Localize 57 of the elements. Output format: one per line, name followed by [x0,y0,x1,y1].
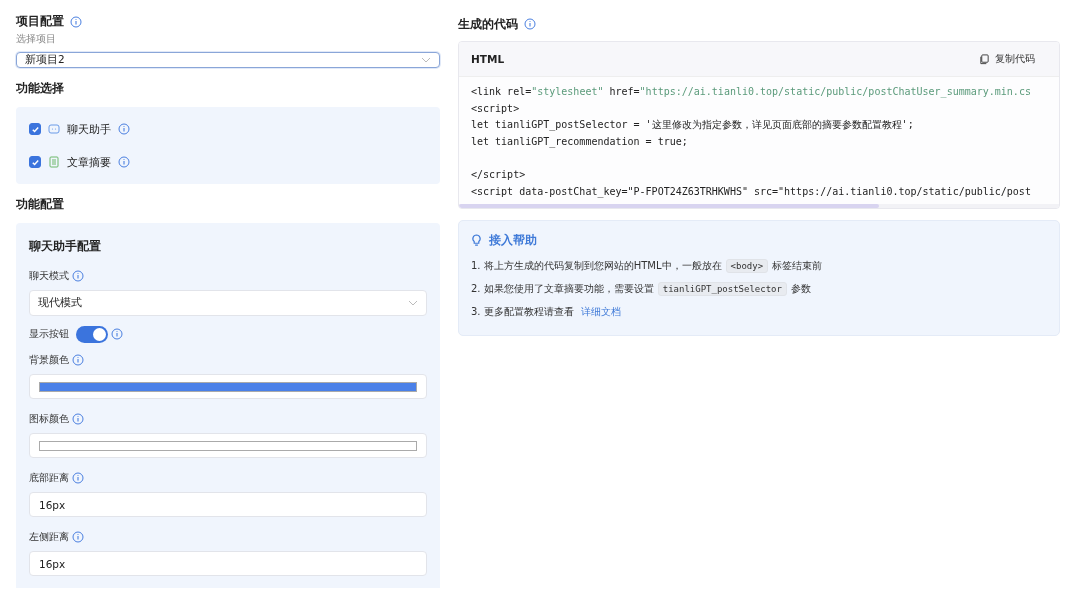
code-line: <script> [471,101,520,116]
help-text: 2. 如果您使用了文章摘要功能，需要设置 [471,282,654,297]
help-text: 1. 将上方生成的代码复制到您网站的HTML中，一般放在 [471,259,722,274]
field-label: 左侧距离 [29,530,69,544]
feature-label: 聊天助手 [67,121,111,137]
code-line: <link rel="stylesheet" href="https://ai.tianli0.top/static/public/postChatUser_summary.min.cs [471,85,1031,100]
field-label: 选择项目 [16,32,57,46]
section-title: 功能选择 [16,80,64,97]
help-text: 参数 [790,282,811,297]
field-label: 聊天模式 [29,269,69,283]
inline-code: tianliGPT_postSelector [657,282,787,297]
info-icon[interactable] [72,531,84,543]
info-icon[interactable] [524,18,536,30]
code-line: let tianliGPT_postSelector = '这里修改为指定参数，详见页面底部的摘要参数配置教程'; [471,118,914,133]
code-line: <script data-postChat_key="P-FPOT24Z63TRHKWHS" src="https://ai.tianli0.top/static/public/post [471,184,1031,200]
checkbox[interactable] [29,156,41,168]
copy-button[interactable]: 复制代码 [967,48,1047,70]
checkbox[interactable] [29,123,41,135]
code-line: </script> [471,167,526,182]
section-title: 项目配置 [16,13,64,30]
section-title: 功能配置 [16,196,64,213]
lightbulb-icon [471,234,482,248]
info-icon[interactable] [72,472,84,484]
copy-icon [979,53,990,65]
mode-select[interactable]: 现代模式 [29,290,427,316]
language-label: HTML [471,53,505,65]
input-field[interactable]: 16px [29,551,427,576]
chat-bubble-icon [48,123,60,135]
section-title: 生成的代码 [458,15,518,33]
docs-link[interactable]: 详细文档 [580,305,621,320]
help-text: 3. 更多配置教程请查看 [471,305,574,320]
color-picker[interactable] [29,374,427,399]
help-title: 接入帮助 [489,233,537,249]
chevron-down-icon [408,300,418,306]
info-icon[interactable] [70,15,82,28]
toggle-switch[interactable] [76,325,108,343]
inline-code: <body> [725,259,769,274]
project-select[interactable]: 新项目2 [16,52,440,68]
document-icon [48,156,60,168]
field-label: 背景颜色 [29,353,69,367]
info-icon[interactable] [118,156,130,168]
info-icon[interactable] [118,123,130,135]
info-icon[interactable] [72,413,84,425]
help-text: 标签结束前 [772,259,823,274]
info-icon[interactable] [111,328,123,340]
feature-label: 文章摘要 [67,154,111,170]
panel-title: 聊天助手配置 [29,239,102,254]
color-picker[interactable] [29,433,427,458]
info-icon[interactable] [72,354,84,366]
field-label: 图标颜色 [29,412,69,426]
scrollbar-thumb[interactable] [459,204,879,209]
chevron-down-icon [421,57,431,63]
field-label: 显示按钮 [29,327,69,341]
field-label: 底部距离 [29,471,69,485]
info-icon[interactable] [72,270,84,282]
code-line: let tianliGPT_recommendation = true; [471,134,688,150]
input-field[interactable]: 16px [29,492,427,517]
